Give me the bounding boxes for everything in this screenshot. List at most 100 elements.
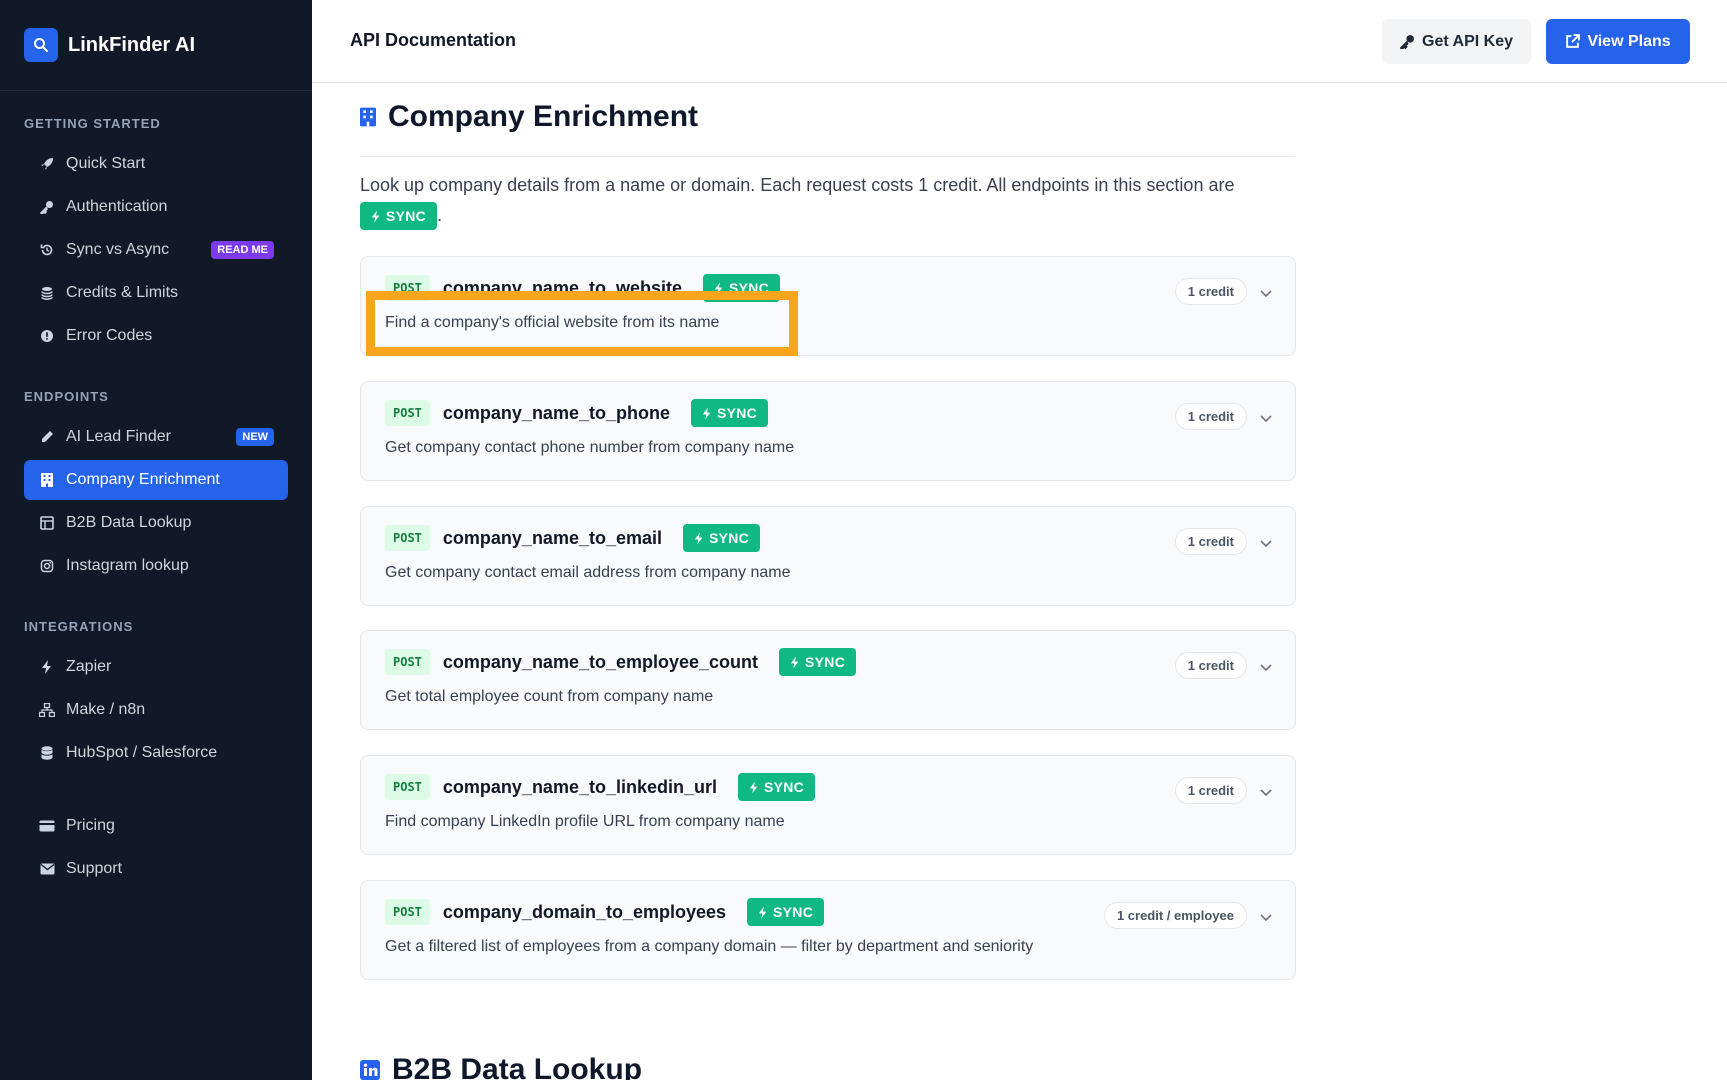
sidebar-item-pricing[interactable]: Pricing	[24, 806, 288, 846]
section-description: Look up company details from a name or d…	[360, 170, 1310, 231]
key-icon	[1400, 35, 1414, 49]
bolt-icon	[758, 906, 767, 918]
endpoint-card[interactable]: POST company_name_to_linkedin_url SYNC F…	[360, 755, 1296, 855]
bolt-icon	[694, 532, 703, 544]
sync-badge-label: SYNC	[386, 208, 427, 225]
section-header: Company Enrichment	[360, 100, 698, 134]
key-icon	[39, 199, 55, 215]
credit-badge: 1 credit	[1174, 403, 1247, 430]
bolt-icon	[749, 781, 758, 793]
sync-badge: SYNC	[360, 202, 438, 231]
sidebar-item-label: B2B Data Lookup	[66, 514, 192, 531]
sync-badge: SYNC	[690, 399, 769, 427]
endpoint-card[interactable]: POST company_domain_to_employees SYNC Ge…	[360, 880, 1296, 980]
sync-badge: SYNC	[779, 648, 857, 676]
credit-badge: 1 credit	[1174, 528, 1247, 555]
linkedin-icon	[360, 1060, 380, 1080]
endpoint-name: company_name_to_employee_count	[442, 651, 759, 672]
endpoint-name: company_name_to_linkedin_url	[442, 776, 717, 797]
sidebar-item-ai-lead-finder[interactable]: AI Lead Finder NEW	[24, 417, 288, 457]
get-api-key-label: Get API Key	[1422, 32, 1513, 50]
endpoint-name: company_domain_to_employees	[442, 901, 727, 922]
sidebar-item-label: Zapier	[66, 658, 112, 675]
sidebar-item-error-codes[interactable]: Error Codes	[24, 316, 288, 356]
chevron-down-icon[interactable]	[1258, 285, 1274, 301]
sidebar-item-quick-start[interactable]: Quick Start	[24, 144, 288, 184]
method-badge: POST	[385, 899, 430, 925]
section-title: Company Enrichment	[388, 100, 699, 133]
endpoint-header: POST company_name_to_employee_count SYNC	[385, 647, 857, 677]
bolt-icon	[790, 656, 799, 668]
sidebar-item-support[interactable]: Support	[24, 849, 288, 889]
sidebar-item-label: Credits & Limits	[66, 284, 179, 301]
endpoint-description: Get a filtered list of employees from a …	[385, 938, 1034, 955]
next-section-title: B2B Data Lookup	[392, 1053, 643, 1080]
nav-section-endpoints: ENDPOINTS	[24, 389, 109, 404]
sidebar-item-instagram-lookup[interactable]: Instagram lookup	[24, 546, 288, 586]
endpoint-card[interactable]: POST company_name_to_website SYNC Find a…	[360, 256, 1296, 356]
endpoint-header: POST company_domain_to_employees SYNC	[385, 897, 825, 927]
read-me-badge: READ ME	[211, 241, 274, 259]
brand[interactable]: LinkFinder AI	[0, 0, 312, 91]
sidebar-item-label: Error Codes	[66, 327, 153, 344]
envelope-icon	[39, 861, 55, 877]
building-icon	[360, 107, 376, 127]
sync-badge-label: SYNC	[773, 904, 814, 920]
endpoint-description: Get company contact email address from c…	[385, 564, 791, 581]
sidebar-item-make-n8n[interactable]: Make / n8n	[24, 690, 288, 730]
method-badge: POST	[385, 774, 430, 800]
sidebar-item-company-enrichment[interactable]: Company Enrichment	[24, 460, 288, 500]
sync-badge-label: SYNC	[709, 530, 750, 546]
sync-badge: SYNC	[703, 274, 781, 302]
sidebar-item-label: Support	[66, 860, 123, 877]
page-title: API Documentation	[350, 30, 517, 50]
sidebar-item-hubspot-salesforce[interactable]: HubSpot / Salesforce	[24, 733, 288, 773]
next-section-header: B2B Data Lookup	[360, 1053, 642, 1080]
view-plans-label: View Plans	[1587, 32, 1671, 50]
new-badge: NEW	[236, 428, 274, 446]
database-icon	[39, 745, 55, 761]
nav-section-integrations: INTEGRATIONS	[24, 619, 134, 634]
chevron-down-icon[interactable]	[1258, 535, 1274, 551]
sidebar-item-zapier[interactable]: Zapier	[24, 647, 288, 687]
main-content: Company Enrichment Look up company detai…	[312, 84, 1727, 1080]
sync-badge-label: SYNC	[729, 280, 770, 296]
credit-badge: 1 credit	[1174, 278, 1247, 305]
endpoint-description: Find company LinkedIn profile URL from c…	[385, 813, 785, 830]
chevron-down-icon[interactable]	[1258, 410, 1274, 426]
bolt-icon	[702, 407, 711, 419]
bolt-icon	[714, 282, 723, 294]
sync-badge-label: SYNC	[805, 654, 846, 670]
sync-badge: SYNC	[747, 898, 825, 926]
sidebar-item-authentication[interactable]: Authentication	[24, 187, 288, 227]
sidebar-item-b2b-data-lookup[interactable]: B2B Data Lookup	[24, 503, 288, 543]
sidebar-item-label: Make / n8n	[66, 701, 146, 718]
get-api-key-button[interactable]: Get API Key	[1382, 19, 1531, 64]
endpoint-card[interactable]: POST company_name_to_phone SYNC Get comp…	[360, 381, 1296, 481]
view-plans-button[interactable]: View Plans	[1546, 19, 1690, 64]
brand-name: LinkFinder AI	[68, 33, 196, 56]
chevron-down-icon[interactable]	[1258, 659, 1274, 675]
bolt-icon	[39, 659, 55, 675]
endpoint-card[interactable]: POST company_name_to_employee_count SYNC…	[360, 630, 1296, 730]
sidebar-item-label: Instagram lookup	[66, 557, 189, 574]
history-icon	[39, 242, 55, 258]
sidebar: LinkFinder AI GETTING STARTED Quick Star…	[0, 0, 312, 1080]
external-link-icon	[1566, 34, 1581, 48]
sync-badge: SYNC	[738, 773, 816, 801]
section-description-text: Look up company details from a name or d…	[360, 175, 1235, 195]
search-icon	[24, 28, 58, 62]
sidebar-item-credits-limits[interactable]: Credits & Limits	[24, 273, 288, 313]
chevron-down-icon[interactable]	[1258, 909, 1274, 925]
pencil-icon	[39, 429, 55, 445]
sidebar-item-label: Authentication	[66, 198, 168, 215]
credit-badge: 1 credit	[1174, 652, 1247, 679]
method-badge: POST	[385, 400, 430, 426]
chevron-down-icon[interactable]	[1258, 784, 1274, 800]
sync-badge: SYNC	[683, 524, 761, 552]
method-badge: POST	[385, 275, 430, 301]
network-icon	[39, 702, 55, 718]
sidebar-item-label: HubSpot / Salesforce	[66, 744, 218, 761]
sidebar-item-sync-vs-async[interactable]: Sync vs Async READ ME	[24, 230, 288, 270]
endpoint-card[interactable]: POST company_name_to_email SYNC Get comp…	[360, 506, 1296, 606]
